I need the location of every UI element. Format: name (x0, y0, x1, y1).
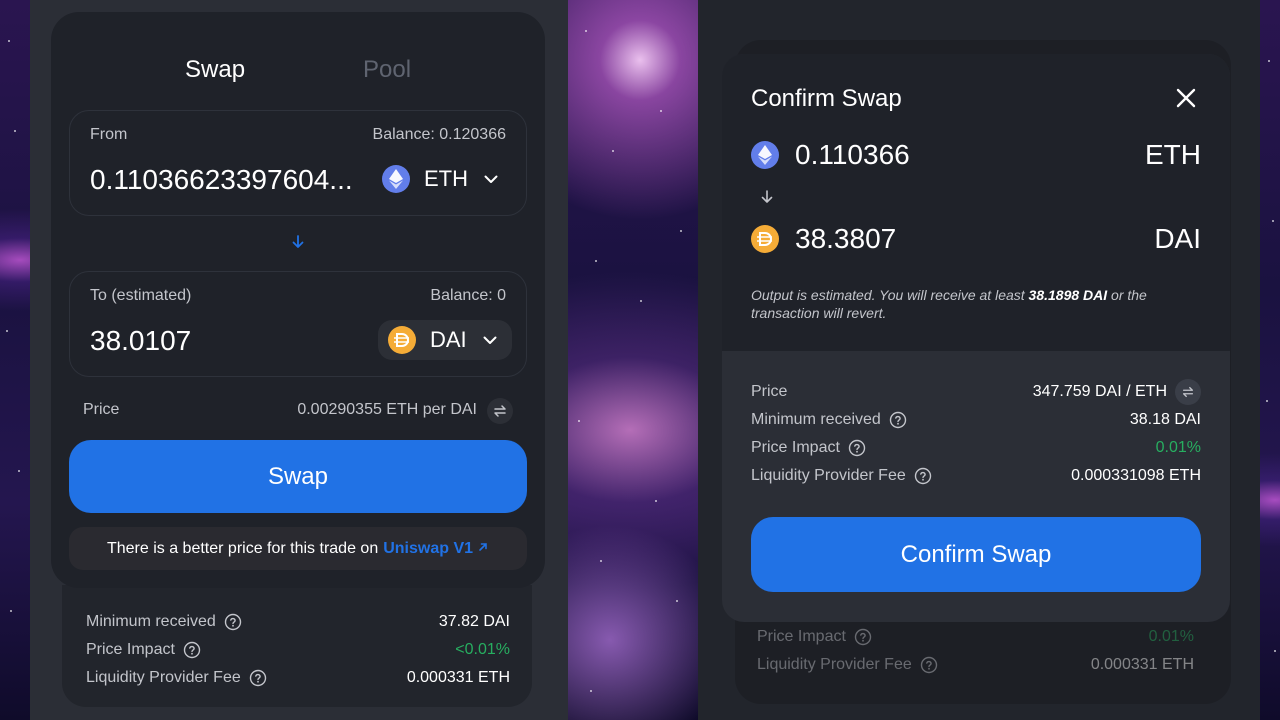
from-token-select[interactable]: ETH (372, 159, 502, 199)
from-label: From (90, 126, 128, 143)
swap-button[interactable]: Swap (69, 440, 527, 513)
price-impact-value: <0.01% (455, 641, 510, 658)
question-circle-icon (854, 628, 872, 646)
dai-icon (751, 225, 779, 253)
confirm-lp-fee-label: Liquidity Provider Fee (751, 467, 906, 484)
to-balance: Balance: 0 (430, 287, 506, 304)
confirm-to-row: 38.3807 DAI (751, 222, 1201, 256)
confirm-from-row: 0.110366 ETH (751, 138, 1201, 172)
background-lp-fee-label: Liquidity Provider Fee (757, 656, 912, 673)
confirm-from-symbol: ETH (1145, 139, 1201, 170)
confirm-to-symbol: DAI (1154, 223, 1201, 254)
advanced-details: Minimum received 37.82 DAI Price Impact … (62, 585, 532, 707)
confirm-from-amount: 0.110366 (795, 139, 910, 170)
swap-arrows-icon[interactable] (1175, 379, 1201, 405)
question-circle-icon[interactable] (848, 439, 866, 457)
arrow-down-icon (759, 189, 775, 210)
confirm-minimum-received-label: Minimum received (751, 411, 881, 428)
confirm-price-label: Price (751, 383, 788, 400)
output-note-before: Output is estimated. You will receive at… (751, 287, 1029, 303)
background-lp-fee-value: 0.000331 ETH (1090, 656, 1194, 673)
swap-card: Swap Pool From Balance: 0.120366 0.11036… (51, 12, 545, 588)
background-price-impact-row: Price Impact 0.01% (757, 626, 1194, 654)
confirm-minimum-received-value: 38.18 DAI (1129, 411, 1201, 428)
minimum-received-label: Minimum received (86, 613, 216, 630)
confirm-lp-fee-row: Liquidity Provider Fee 0.000331098 ETH (751, 465, 1201, 493)
from-balance: Balance: 0.120366 (372, 126, 506, 143)
to-token-select[interactable]: DAI (378, 320, 512, 360)
question-circle-icon[interactable] (889, 411, 907, 429)
better-price-banner: There is a better price for this trade o… (69, 527, 527, 570)
output-note-amount: 38.1898 DAI (1028, 287, 1108, 303)
close-icon[interactable] (1174, 86, 1198, 110)
lp-fee-label: Liquidity Provider Fee (86, 669, 241, 686)
confirm-swap-button[interactable]: Confirm Swap (751, 517, 1201, 592)
question-circle-icon (920, 656, 938, 674)
confirm-price-value: 347.759 DAI / ETH (1032, 383, 1167, 401)
tab-swap[interactable]: Swap (185, 56, 245, 84)
price-row: Price 0.00290355 ETH per DAI (83, 398, 513, 426)
external-link-icon[interactable] (477, 540, 489, 558)
from-amount-input[interactable]: 0.11036623397604... (90, 163, 375, 197)
question-circle-icon[interactable] (183, 641, 201, 659)
swap-pool-tabs: Swap Pool (51, 56, 545, 88)
question-circle-icon[interactable] (224, 613, 242, 631)
chevron-down-icon (484, 175, 498, 184)
uniswap-v1-link[interactable]: Uniswap V1 (383, 540, 473, 558)
confirm-price-impact-value: 0.01% (1155, 439, 1201, 456)
dai-icon (388, 326, 416, 354)
output-estimate-note: Output is estimated. You will receive at… (751, 286, 1196, 322)
modal-title: Confirm Swap (751, 85, 902, 112)
lp-fee-row: Liquidity Provider Fee 0.000331 ETH (86, 667, 510, 695)
price-impact-label: Price Impact (86, 641, 175, 658)
ethereum-icon (751, 141, 779, 169)
lp-fee-value: 0.000331 ETH (406, 669, 510, 686)
price-label: Price (83, 401, 120, 418)
to-token-symbol: DAI (430, 327, 467, 352)
confirm-details: Price 347.759 DAI / ETH Minimum received… (751, 379, 1201, 493)
ethereum-icon (382, 165, 410, 193)
to-field: To (estimated) Balance: 0 38.0107 DAI (69, 271, 527, 377)
chevron-down-icon (483, 336, 497, 345)
question-circle-icon[interactable] (914, 467, 932, 485)
from-field: From Balance: 0.120366 0.11036623397604.… (69, 110, 527, 216)
background-details: Price Impact 0.01% Liquidity Provider Fe… (757, 626, 1194, 682)
confirm-price-impact-row: Price Impact 0.01% (751, 437, 1201, 465)
price-value: 0.00290355 ETH per DAI (297, 401, 477, 418)
confirm-swap-summary: Confirm Swap 0.110366 ETH 38.3807 DAI Ou… (722, 54, 1230, 351)
confirm-price-row: Price 347.759 DAI / ETH (751, 379, 1201, 409)
background-lp-fee-row: Liquidity Provider Fee 0.000331 ETH (757, 654, 1194, 682)
arrow-down-icon[interactable] (290, 234, 306, 255)
better-price-text: There is a better price for this trade o… (106, 539, 379, 557)
price-impact-row: Price Impact <0.01% (86, 639, 510, 667)
tab-pool[interactable]: Pool (363, 56, 411, 84)
to-amount-input[interactable]: 38.0107 (90, 324, 375, 358)
swap-arrows-icon[interactable] (487, 398, 513, 424)
minimum-received-row: Minimum received 37.82 DAI (86, 611, 510, 639)
confirm-to-amount: 38.3807 (795, 223, 897, 254)
confirm-price-impact-label: Price Impact (751, 439, 840, 456)
confirm-minimum-received-row: Minimum received 38.18 DAI (751, 409, 1201, 437)
background-price-impact-value: 0.01% (1148, 628, 1194, 645)
background-price-impact-label: Price Impact (757, 628, 846, 645)
confirm-lp-fee-value: 0.000331098 ETH (1071, 467, 1201, 484)
question-circle-icon[interactable] (249, 669, 267, 687)
minimum-received-value: 37.82 DAI (438, 613, 510, 630)
confirm-swap-modal: Confirm Swap 0.110366 ETH 38.3807 DAI Ou… (722, 54, 1230, 622)
to-label: To (estimated) (90, 287, 192, 304)
from-token-symbol: ETH (424, 166, 468, 191)
